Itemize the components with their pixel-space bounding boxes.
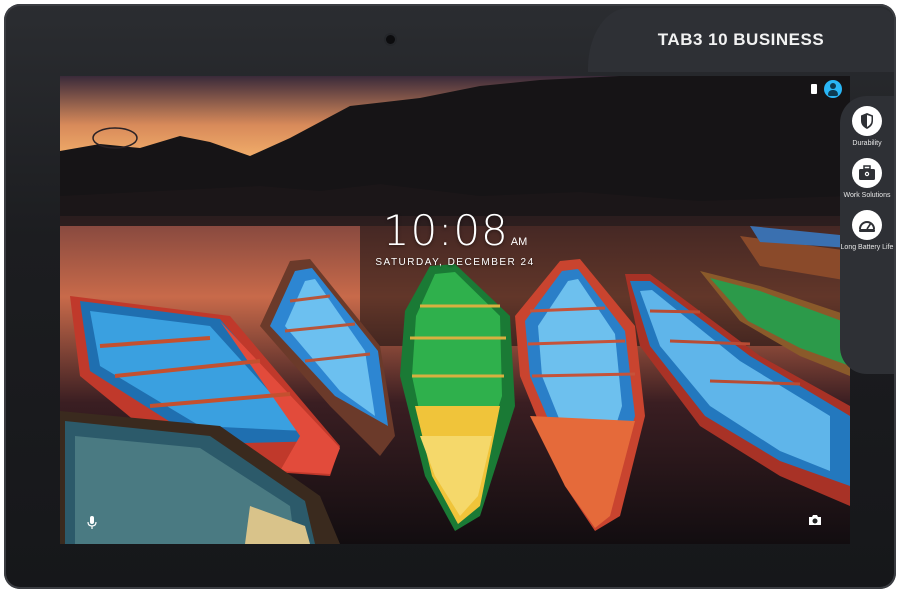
- feature-durability: Durability: [840, 106, 894, 148]
- battery-gauge-icon: [859, 221, 875, 232]
- feature-long-battery-life: Long Battery Life: [840, 210, 894, 252]
- brand-tab: TAB3 10 BUSINESS: [588, 8, 894, 72]
- shield-icon: [861, 113, 873, 129]
- briefcase-icon: [859, 165, 875, 180]
- lock-screen[interactable]: 10:08 AM SATURDAY, DECEMBER 24: [60, 76, 850, 544]
- feature-label: Durability: [852, 140, 882, 147]
- tablet-device: TAB3 10 BUSINESS 10:08 AM SATURDAY, DECE…: [4, 4, 896, 589]
- wallpaper-image: [60, 76, 850, 544]
- feature-label: Long Battery Life: [840, 244, 894, 251]
- lockscreen-clock: 10:08 AM SATURDAY, DECEMBER 24: [60, 206, 850, 268]
- feature-icon-holder: [852, 158, 882, 188]
- brand-label: TAB3 10 BUSINESS: [657, 30, 825, 49]
- clock-time: 10:08: [382, 206, 509, 255]
- status-bar: [811, 80, 842, 98]
- front-camera: [386, 35, 395, 44]
- feature-icon-holder: [852, 210, 882, 240]
- feature-panel: Durability Work Solutions Long Battery L…: [840, 96, 894, 374]
- feature-icon-holder: [852, 106, 882, 136]
- clock-date: SATURDAY, DECEMBER 24: [375, 257, 535, 268]
- clock-ampm: AM: [510, 236, 528, 248]
- camera-icon[interactable]: [808, 514, 822, 526]
- microphone-icon[interactable]: [86, 516, 98, 530]
- battery-icon: [811, 84, 817, 94]
- feature-work-solutions: Work Solutions: [840, 158, 894, 200]
- user-avatar-icon[interactable]: [824, 80, 842, 98]
- feature-label: Work Solutions: [843, 192, 891, 199]
- clock-row: 10:08 AM: [60, 206, 850, 255]
